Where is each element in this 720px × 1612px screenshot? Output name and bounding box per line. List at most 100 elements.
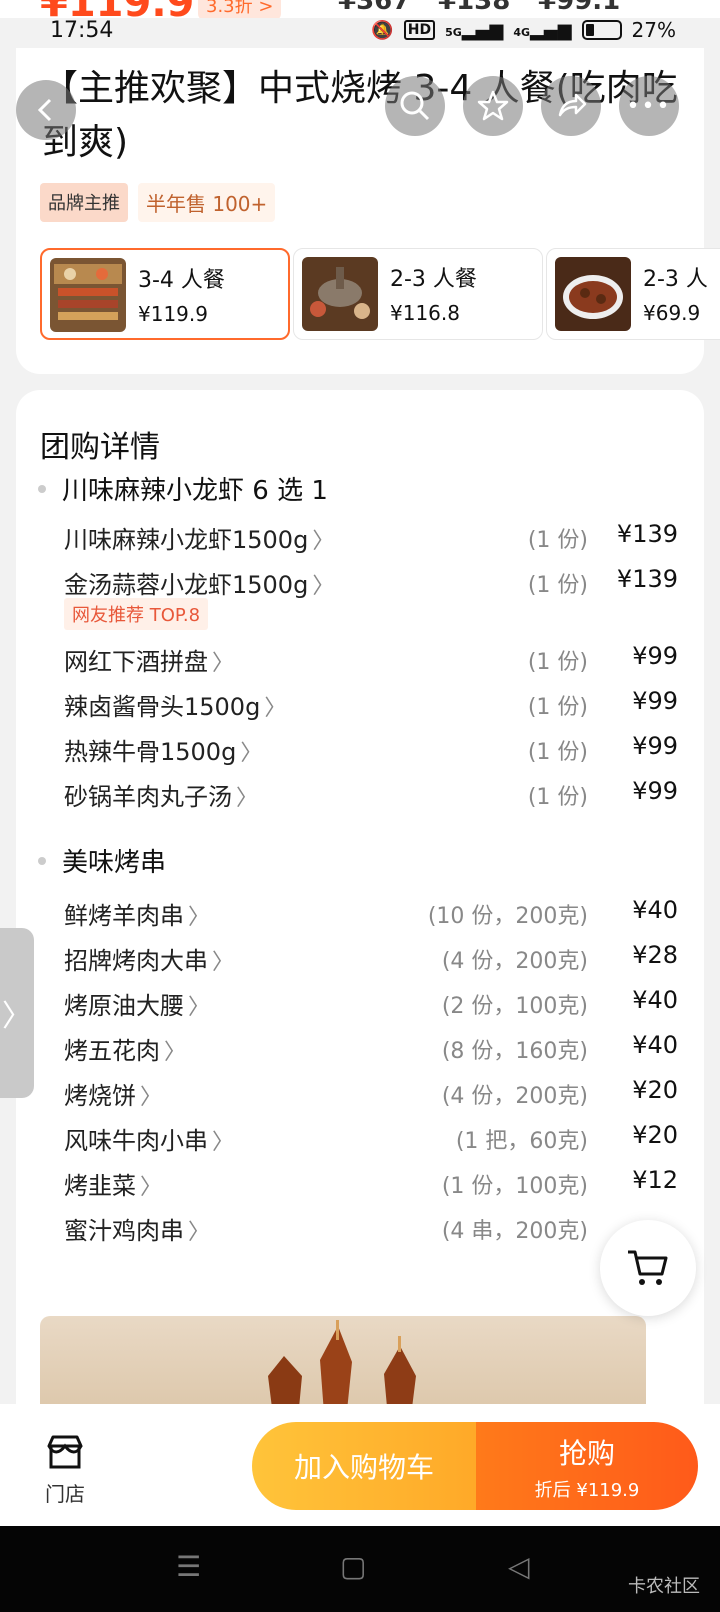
favorite-button[interactable] — [463, 76, 523, 136]
chevron-right-icon: 〉 — [188, 905, 211, 930]
item-name: 金汤蒜蓉小龙虾1500g — [64, 571, 309, 599]
item-name: 烤五花肉 — [64, 1037, 160, 1065]
item-name: 辣卤酱骨头1500g — [64, 693, 261, 721]
deal-header: 【主推欢聚】中式烧烤 3-4 人餐(吃肉吃到爽) ••• 品牌主推 半年售 10… — [16, 48, 720, 374]
item-quantity: (4 串，200克) — [441, 1219, 588, 1244]
item-price: ¥139 — [616, 565, 678, 593]
item-name: 烤烧饼 — [64, 1082, 136, 1110]
back-nav-icon[interactable]: ◁ — [508, 1550, 530, 1583]
chevron-right-icon: 〉 — [264, 696, 287, 721]
item-price: ¥12 — [632, 1166, 678, 1194]
item-quantity: (1 份) — [527, 740, 588, 765]
store-label: 门店 — [45, 1482, 85, 1506]
chevron-right-icon: 〉 — [312, 529, 335, 554]
package-price-2: ¥138 — [438, 0, 511, 16]
item-price: ¥99 — [632, 642, 678, 670]
item-name: 砂锅羊肉丸子汤 — [64, 783, 232, 811]
item-price: ¥99 — [632, 687, 678, 715]
menu-item[interactable]: 烤五花肉〉 (8 份，160克) ¥40 — [64, 1027, 678, 1067]
item-price: ¥99 — [632, 732, 678, 760]
section-title: 美味烤串 — [62, 848, 167, 878]
menu-item[interactable]: 川味麻辣小龙虾1500g 〉 (1 份) ¥139 — [64, 516, 678, 556]
chevron-right-icon: 〉 — [236, 786, 259, 811]
back-button[interactable] — [16, 80, 76, 140]
buy-label: 抢购 — [558, 1437, 615, 1470]
menu-item[interactable]: 蜜汁鸡肉串〉 (4 串，200克) — [64, 1207, 678, 1247]
item-name: 网红下酒拼盘 — [64, 648, 208, 676]
item-price: ¥28 — [632, 941, 678, 969]
details-title: 团购详情 — [40, 430, 160, 465]
buy-now-button[interactable]: 抢购 折后 ¥119.9 — [476, 1422, 698, 1510]
item-quantity: (1 份) — [527, 573, 588, 598]
discount-badge[interactable]: 3.3折 > — [198, 0, 282, 18]
current-price: ¥119.9 — [40, 0, 194, 18]
menu-item[interactable]: 烤烧饼〉 (4 份，200克) ¥20 — [64, 1072, 678, 1112]
item-price: ¥40 — [632, 896, 678, 924]
menu-item[interactable]: 砂锅羊肉丸子汤〉 (1 份) ¥99 — [64, 773, 678, 813]
chevron-right-icon: 〉 — [312, 574, 335, 599]
signal-4g-icon: 4G▂▄▆ — [513, 19, 572, 41]
menu-item[interactable]: 烤原油大腰〉 (2 份，100克) ¥40 — [64, 982, 678, 1022]
back-icon — [37, 98, 52, 122]
item-quantity: (4 份，200克) — [441, 1084, 588, 1109]
more-button[interactable]: ••• — [619, 76, 679, 136]
item-name: 风味牛肉小串 — [64, 1127, 208, 1155]
watermark: 卡农社区 — [628, 1576, 700, 1597]
price-strip: ¥119.9 3.3折 > ¥367 ¥138 ¥99.1 — [0, 0, 720, 18]
side-drawer-handle[interactable]: 〉 — [0, 928, 34, 1098]
home-icon[interactable]: ▢ — [340, 1550, 366, 1583]
package-price: ¥116.8 — [390, 301, 460, 325]
item-name: 热辣牛骨1500g — [64, 738, 237, 766]
status-bar: 17:54 🔕 HD 5G▂▄▆ 4G▂▄▆ 27% — [0, 18, 720, 48]
package-price: ¥119.9 — [138, 302, 208, 326]
package-name: 2-3 人 — [643, 267, 708, 292]
menu-icon[interactable]: ☰ — [176, 1550, 201, 1583]
package-price: ¥69.9 — [643, 301, 701, 325]
item-price: ¥20 — [632, 1076, 678, 1104]
store-button[interactable]: 门店 — [40, 1434, 90, 1507]
item-price: ¥40 — [632, 1031, 678, 1059]
status-time: 17:54 — [50, 18, 114, 43]
share-button[interactable] — [541, 76, 601, 136]
search-button[interactable] — [385, 76, 445, 136]
add-to-cart-button[interactable]: 加入购物车 — [252, 1422, 476, 1510]
signal-5g-label: 5G — [445, 25, 462, 39]
menu-item[interactable]: 金汤蒜蓉小龙虾1500g 〉 (1 份) ¥139 — [64, 561, 678, 601]
battery-icon — [581, 20, 622, 40]
item-quantity: (1 份) — [527, 695, 588, 720]
package-name: 3-4 人餐 — [138, 268, 225, 293]
item-name: 烤韭菜 — [64, 1172, 136, 1200]
signal-5g-icon: 5G▂▄▆ — [445, 19, 504, 41]
menu-item[interactable]: 风味牛肉小串〉 (1 把，60克) ¥20 — [64, 1117, 678, 1157]
menu-item[interactable]: 辣卤酱骨头1500g 〉 (1 份) ¥99 — [64, 683, 678, 723]
package-thumbnail — [555, 257, 631, 331]
menu-item[interactable]: 网红下酒拼盘〉 (1 份) ¥99 — [64, 638, 678, 678]
package-price-3: ¥99.1 — [538, 0, 621, 16]
chevron-right-icon: 〉 — [240, 741, 263, 766]
item-name: 鲜烤羊肉串 — [64, 902, 184, 930]
recommend-tag: 网友推荐 TOP.8 — [64, 598, 209, 630]
item-name: 招牌烤肉大串 — [64, 947, 208, 975]
package-selector: 3-4 人餐 ¥119.9 2-3 人餐 ¥116.8 2-3 人 ¥69.9 — [40, 248, 720, 340]
star-icon — [477, 90, 509, 121]
cart-button[interactable] — [600, 1220, 696, 1316]
menu-item[interactable]: 鲜烤羊肉串〉 (10 份，200克) ¥40 — [64, 892, 678, 932]
chevron-right-icon: 〉 — [188, 995, 211, 1020]
menu-item[interactable]: 烤韭菜〉 (1 份，100克) ¥12 — [64, 1162, 678, 1202]
chevron-right-icon: 〉 — [164, 1040, 187, 1065]
chevron-right-icon: 〉 — [2, 999, 32, 1034]
chevron-right-icon: 〉 — [212, 1130, 235, 1155]
package-option-2-3-b[interactable]: 2-3 人 ¥69.9 — [546, 248, 720, 340]
item-quantity: (8 份，160克) — [441, 1039, 588, 1064]
hd-icon: HD — [403, 20, 436, 40]
chevron-right-icon: 〉 — [188, 1220, 211, 1245]
item-name: 烤原油大腰 — [64, 992, 184, 1020]
item-quantity: (1 份) — [527, 785, 588, 810]
package-option-2-3[interactable]: 2-3 人餐 ¥116.8 — [293, 248, 543, 340]
package-option-3-4[interactable]: 3-4 人餐 ¥119.9 — [40, 248, 290, 340]
menu-item[interactable]: 热辣牛骨1500g 〉 (1 份) ¥99 — [64, 728, 678, 768]
brand-badge: 品牌主推 — [40, 183, 128, 222]
item-quantity: (1 份) — [527, 528, 588, 553]
item-price: ¥139 — [616, 520, 678, 548]
menu-item[interactable]: 招牌烤肉大串〉 (4 份，200克) ¥28 — [64, 937, 678, 977]
